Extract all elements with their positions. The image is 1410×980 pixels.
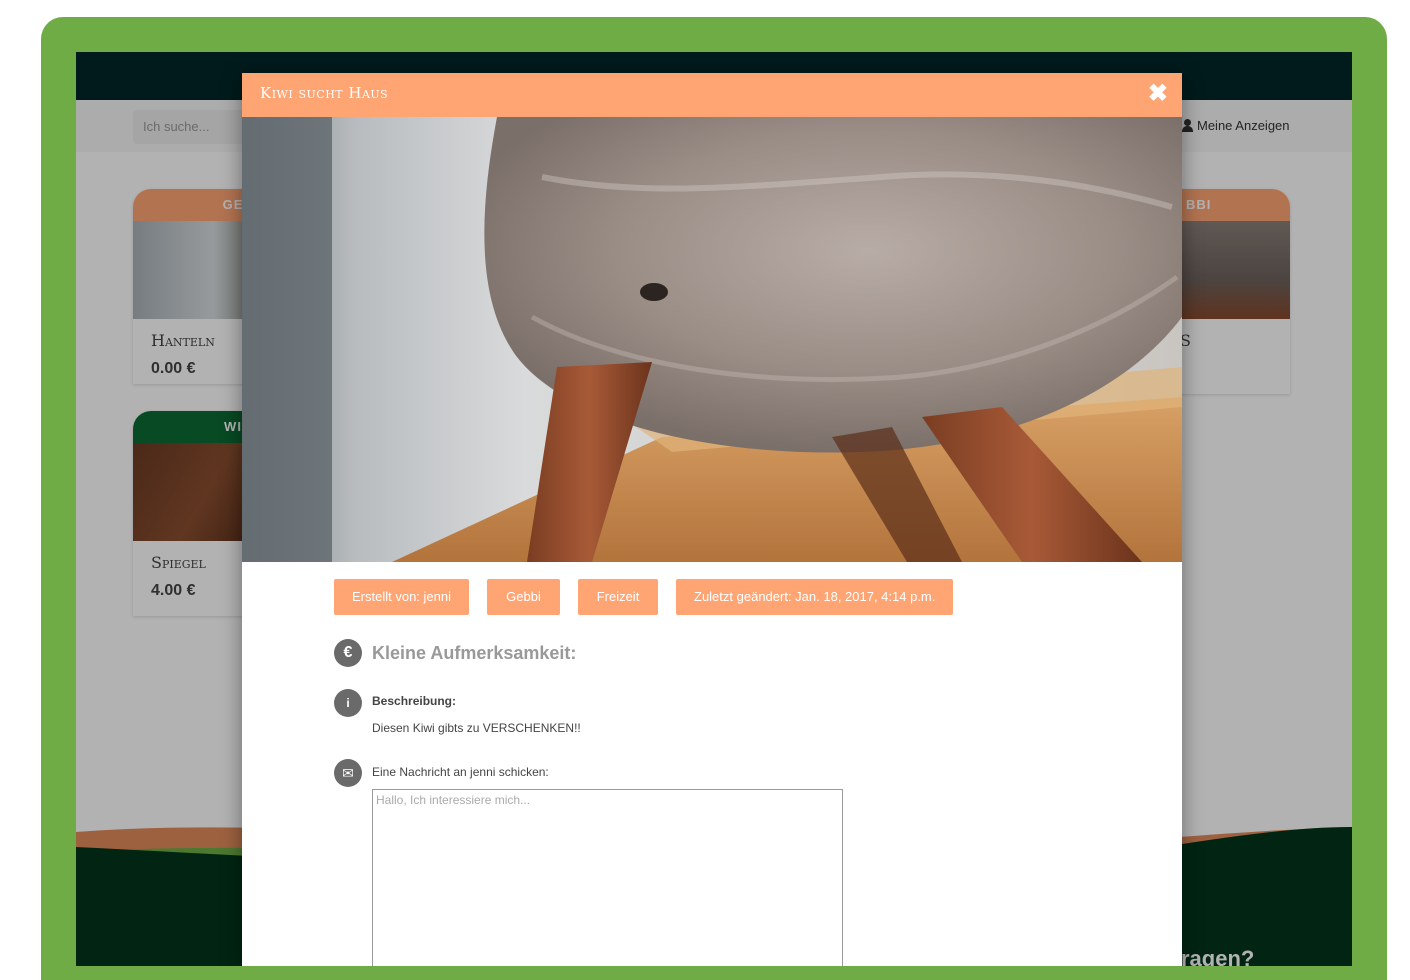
app-screen: Ich suche... Meine Anzeigen GE Hanteln 0… bbox=[76, 52, 1352, 966]
tag-location[interactable]: Gebbi bbox=[487, 579, 560, 615]
tag-created-by[interactable]: Erstellt von: jenni bbox=[334, 579, 469, 615]
ad-tags: Erstellt von: jenni Gebbi Freizeit Zulet… bbox=[334, 579, 954, 615]
info-icon: i bbox=[334, 689, 362, 717]
message-label: Eine Nachricht an jenni schicken: bbox=[372, 765, 549, 779]
tag-last-modified: Zuletzt geändert: Jan. 18, 2017, 4:14 p.… bbox=[676, 579, 954, 615]
description-text: Diesen Kiwi gibts zu VERSCHENKEN!! bbox=[372, 721, 581, 735]
message-input[interactable] bbox=[372, 789, 843, 966]
price-label: Kleine Aufmerksamkeit: bbox=[372, 643, 577, 663]
modal-title: Kiwi sucht Haus bbox=[260, 84, 389, 102]
euro-icon: € bbox=[334, 639, 362, 667]
kiwi-photo bbox=[242, 117, 1182, 562]
envelope-icon: ✉ bbox=[334, 759, 362, 787]
ad-detail-modal: Kiwi sucht Haus ✖ Erstellt von: jenni Ge… bbox=[242, 73, 1182, 966]
description-label: Beschreibung: bbox=[372, 694, 457, 708]
close-icon[interactable]: ✖ bbox=[1148, 81, 1168, 107]
ad-photo bbox=[242, 117, 1182, 562]
tag-category[interactable]: Freizeit bbox=[578, 579, 658, 615]
modal-header: Kiwi sucht Haus ✖ bbox=[242, 73, 1182, 117]
